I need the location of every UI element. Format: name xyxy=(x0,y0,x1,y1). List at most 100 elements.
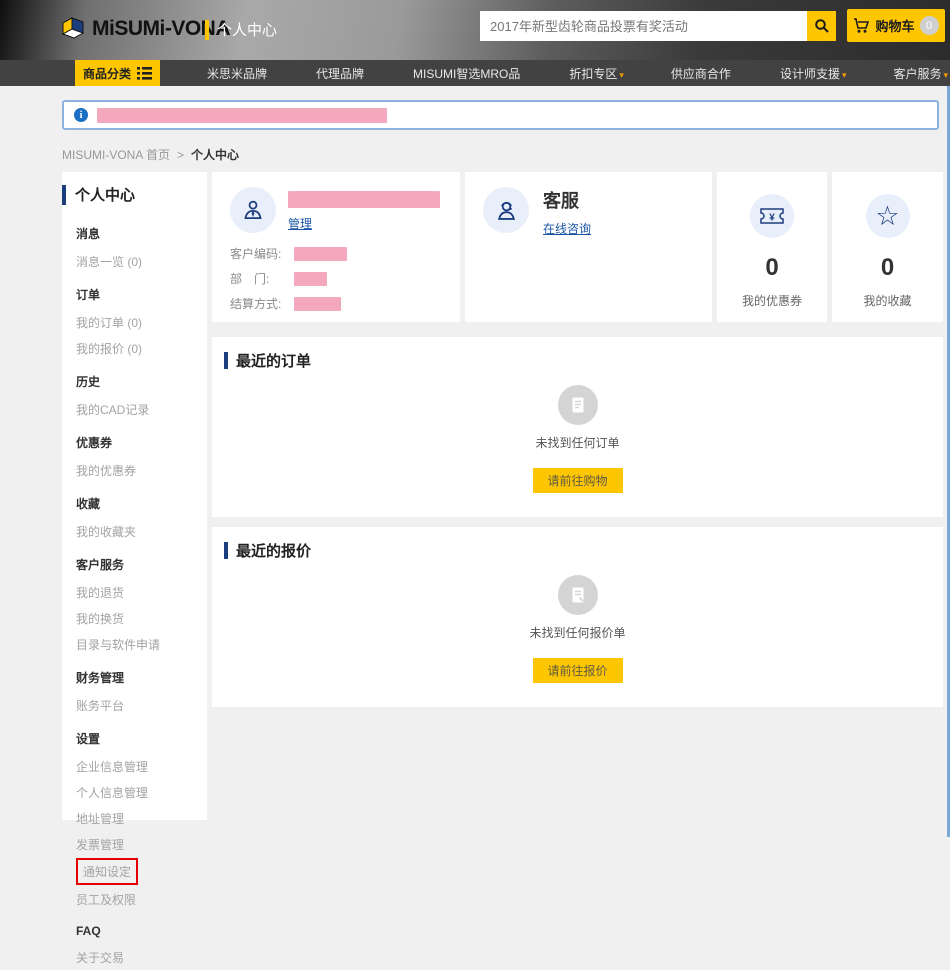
redacted-notice-text xyxy=(97,108,387,123)
caret-down-icon: ▾ xyxy=(842,70,847,80)
redacted-user-name xyxy=(288,191,440,208)
sidebar-item-notification-settings[interactable]: 通知设定 xyxy=(76,858,138,885)
nav-item-supplier[interactable]: 供应商合作 xyxy=(671,65,733,82)
misumi-cube-icon xyxy=(60,16,86,42)
sidebar-group-header: 历史 xyxy=(76,369,193,396)
support-title: 客服 xyxy=(543,187,591,213)
department-label: 部 门: xyxy=(230,270,294,287)
top-header: MiSUMi-VONA 个人中心 购物车 0 xyxy=(0,0,950,60)
yellow-bar xyxy=(205,20,209,40)
sidebar-group-messages: 消息 消息一览 (0) xyxy=(62,213,207,274)
star-icon: ☆ xyxy=(875,203,899,230)
redacted-department xyxy=(294,272,327,286)
favorites-circle: ☆ xyxy=(866,194,910,238)
breadcrumb-separator: > xyxy=(177,148,184,162)
order-empty-circle xyxy=(558,385,598,425)
go-quote-button[interactable]: 请前往报价 xyxy=(533,658,623,683)
sidebar-item-company-info[interactable]: 企业信息管理 xyxy=(76,753,193,779)
settlement-label: 结算方式: xyxy=(230,295,294,312)
nav-item-misumi-brand[interactable]: 米思米品牌 xyxy=(207,65,269,82)
support-card: 客服 在线咨询 xyxy=(465,172,712,322)
sidebar-item-my-orders[interactable]: 我的订单 (0) xyxy=(76,309,193,335)
sidebar-item-returns[interactable]: 我的退货 xyxy=(76,579,193,605)
department-row: 部 门: xyxy=(230,270,442,287)
sidebar-item-billing-platform[interactable]: 账务平台 xyxy=(76,692,193,718)
recent-orders-title: 最近的订单 xyxy=(212,337,943,371)
customer-code-row: 客户编码: xyxy=(230,245,442,262)
headset-agent-icon xyxy=(493,197,520,224)
sidebar-item-message-list[interactable]: 消息一览 (0) xyxy=(76,248,193,274)
quotes-empty-text: 未找到任何报价单 xyxy=(212,624,943,641)
nav-item-customer-service[interactable]: 客户服务▾ xyxy=(893,65,948,82)
cart-count-badge: 0 xyxy=(920,16,939,35)
main-nav: 商品分类 米思米品牌 代理品牌 MISUMI智选MRO品 折扣专区▾ 供应商合作… xyxy=(0,60,950,86)
sidebar-group-header: 客户服务 xyxy=(76,552,193,579)
sidebar-group-faq: FAQ 关于交易 xyxy=(62,912,207,970)
nav-item-mro[interactable]: MISUMI智选MRO品 xyxy=(413,65,522,82)
recent-orders-section: 最近的订单 未找到任何订单 请前往购物 xyxy=(212,337,943,517)
header-section-label: 个人中心 xyxy=(205,19,277,40)
profile-card: 管理 客户编码: 部 门: 结算方式: xyxy=(212,172,460,322)
sidebar-item-address-management[interactable]: 地址管理 xyxy=(76,805,193,831)
sidebar-group-header: 收藏 xyxy=(76,491,193,518)
order-receipt-icon xyxy=(569,395,587,415)
nav-item-designer-support[interactable]: 设计师支援▾ xyxy=(780,65,847,82)
sidebar-group-header: 优惠券 xyxy=(76,430,193,457)
sidebar-item-exchanges[interactable]: 我的换货 xyxy=(76,605,193,631)
sidebar-item-catalog-software[interactable]: 目录与软件申请 xyxy=(76,631,193,657)
customer-code-label: 客户编码: xyxy=(230,245,294,262)
sidebar-item-invoice-management[interactable]: 发票管理 xyxy=(76,831,193,857)
list-menu-icon xyxy=(137,67,152,80)
nav-item-discount-zone[interactable]: 折扣专区▾ xyxy=(569,65,624,82)
info-icon: i xyxy=(74,108,88,122)
coupons-stat-card[interactable]: ¥ 0 我的优惠券 xyxy=(717,172,827,322)
sidebar-title: 个人中心 xyxy=(62,184,207,205)
quote-empty-circle xyxy=(558,575,598,615)
sidebar-item-my-coupons[interactable]: 我的优惠券 xyxy=(76,457,193,483)
svg-text:¥: ¥ xyxy=(769,213,775,224)
sidebar-item-about-transactions[interactable]: 关于交易 xyxy=(76,944,193,970)
sidebar-item-personal-info[interactable]: 个人信息管理 xyxy=(76,779,193,805)
nav-item-catalog[interactable]: 商品分类 xyxy=(75,60,160,86)
orders-empty-text: 未找到任何订单 xyxy=(212,434,943,451)
go-shopping-button[interactable]: 请前往购物 xyxy=(533,468,623,493)
online-chat-link[interactable]: 在线咨询 xyxy=(543,220,591,237)
recent-quotes-title: 最近的报价 xyxy=(212,527,943,561)
cart-button[interactable]: 购物车 0 xyxy=(847,9,945,42)
search-bar xyxy=(480,11,836,41)
cart-label: 购物车 xyxy=(875,16,914,35)
coupon-ticket-icon: ¥ xyxy=(759,205,785,227)
coupons-count: 0 xyxy=(717,254,827,282)
sidebar-group-header: 设置 xyxy=(76,726,193,753)
sidebar-item-cad-history[interactable]: 我的CAD记录 xyxy=(76,396,193,422)
sidebar-group-coupons: 优惠券 我的优惠券 xyxy=(62,422,207,483)
sidebar-item-my-quotes[interactable]: 我的报价 (0) xyxy=(76,335,193,361)
navy-bar xyxy=(224,542,228,559)
sidebar-group-header: 财务管理 xyxy=(76,665,193,692)
sidebar-item-staff-permissions[interactable]: 员工及权限 xyxy=(76,886,193,912)
sidebar-group-history: 历史 我的CAD记录 xyxy=(62,361,207,422)
sidebar-group-orders: 订单 我的订单 (0) 我的报价 (0) xyxy=(62,274,207,361)
favorites-stat-card[interactable]: ☆ 0 我的收藏 xyxy=(832,172,943,322)
caret-down-icon: ▾ xyxy=(944,70,949,80)
breadcrumb-current: 个人中心 xyxy=(191,146,239,163)
notice-banner: i xyxy=(62,100,939,130)
search-icon xyxy=(814,18,830,34)
breadcrumb-home-link[interactable]: MISUMI-VONA 首页 xyxy=(62,146,170,163)
favorites-count: 0 xyxy=(832,254,943,282)
redacted-settlement xyxy=(294,297,341,311)
sidebar-group-finance: 财务管理 账务平台 xyxy=(62,657,207,718)
avatar xyxy=(230,187,276,233)
nav-item-agency-brand[interactable]: 代理品牌 xyxy=(316,65,366,82)
support-avatar xyxy=(483,187,529,233)
navy-bar xyxy=(62,185,66,205)
breadcrumb: MISUMI-VONA 首页 > 个人中心 xyxy=(62,146,239,163)
sidebar-item-my-favorites[interactable]: 我的收藏夹 xyxy=(76,518,193,544)
sidebar: 个人中心 消息 消息一览 (0) 订单 我的订单 (0) 我的报价 (0) 历史… xyxy=(62,172,207,820)
cart-icon xyxy=(853,18,870,34)
favorites-label: 我的收藏 xyxy=(832,292,943,309)
manage-link[interactable]: 管理 xyxy=(288,215,312,232)
search-button[interactable] xyxy=(807,11,836,41)
search-input[interactable] xyxy=(480,11,807,41)
redacted-customer-code xyxy=(294,247,347,261)
